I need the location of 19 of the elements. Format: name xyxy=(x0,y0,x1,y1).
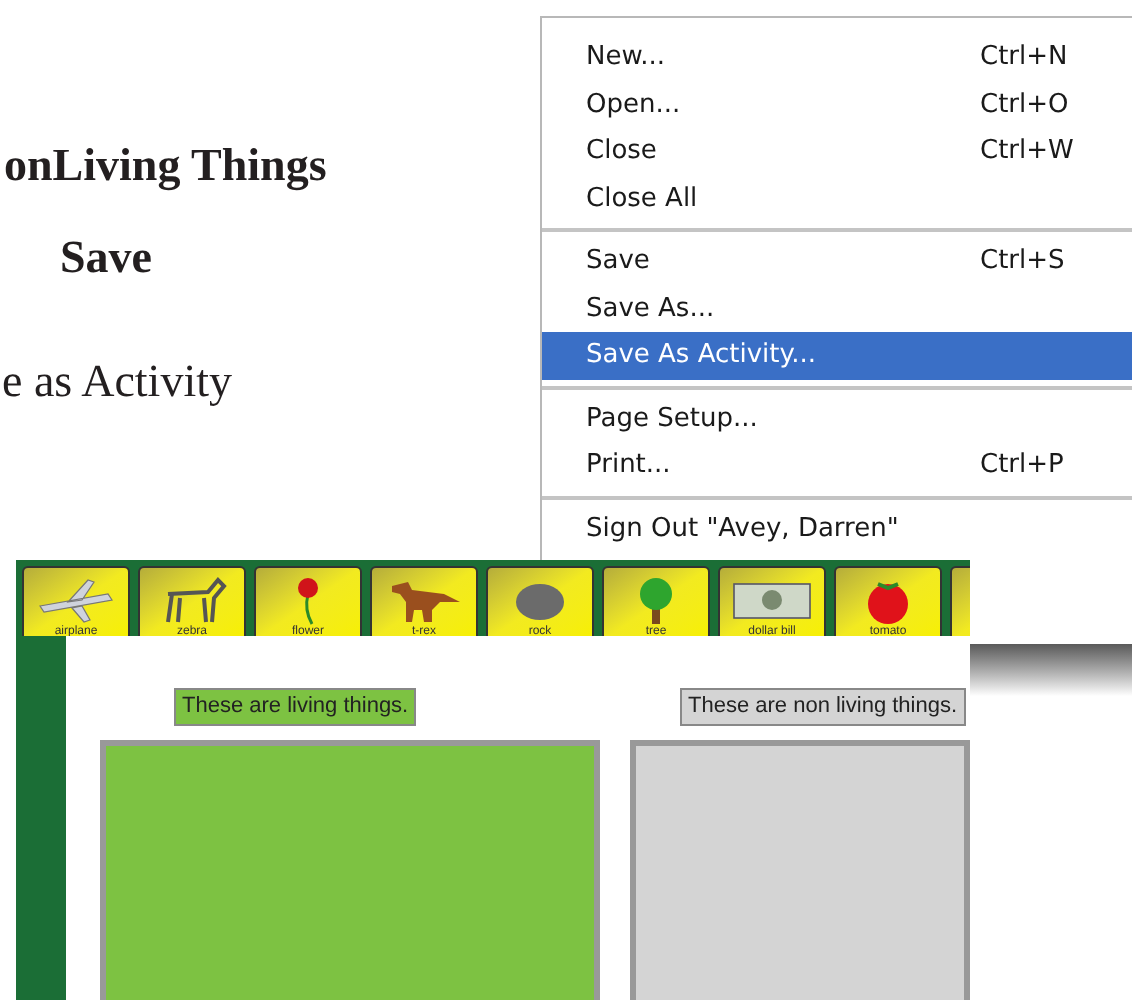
drop-area[interactable] xyxy=(630,740,970,1000)
menu-item[interactable]: Save Ctrl+S xyxy=(542,238,1132,285)
body-text: e as Activity xyxy=(2,354,232,410)
menu-item[interactable]: Print... Ctrl+P xyxy=(542,442,1132,489)
flower-icon xyxy=(296,576,320,626)
menu-item[interactable]: Sign Out "Avey, Darren" xyxy=(542,505,1132,552)
heading: onLiving Things xyxy=(4,138,327,195)
heading: Save xyxy=(60,230,152,286)
menu-item[interactable]: Close Ctrl+W xyxy=(542,128,1132,175)
menu-item[interactable]: Close All xyxy=(542,175,1132,222)
drop-area[interactable] xyxy=(100,740,600,1000)
menu-item[interactable]: Save As... xyxy=(542,285,1132,332)
menu-item[interactable]: Open... Ctrl+O xyxy=(542,81,1132,128)
airplane-icon xyxy=(36,574,116,626)
menu-item[interactable]: Page Setup... xyxy=(542,395,1132,442)
menu-item[interactable]: Save As Activity... xyxy=(542,332,1132,379)
category-label: These are living things. xyxy=(174,688,417,726)
category-label: These are non living things. xyxy=(680,688,966,726)
menu-item[interactable]: New... Ctrl+N xyxy=(542,34,1132,81)
